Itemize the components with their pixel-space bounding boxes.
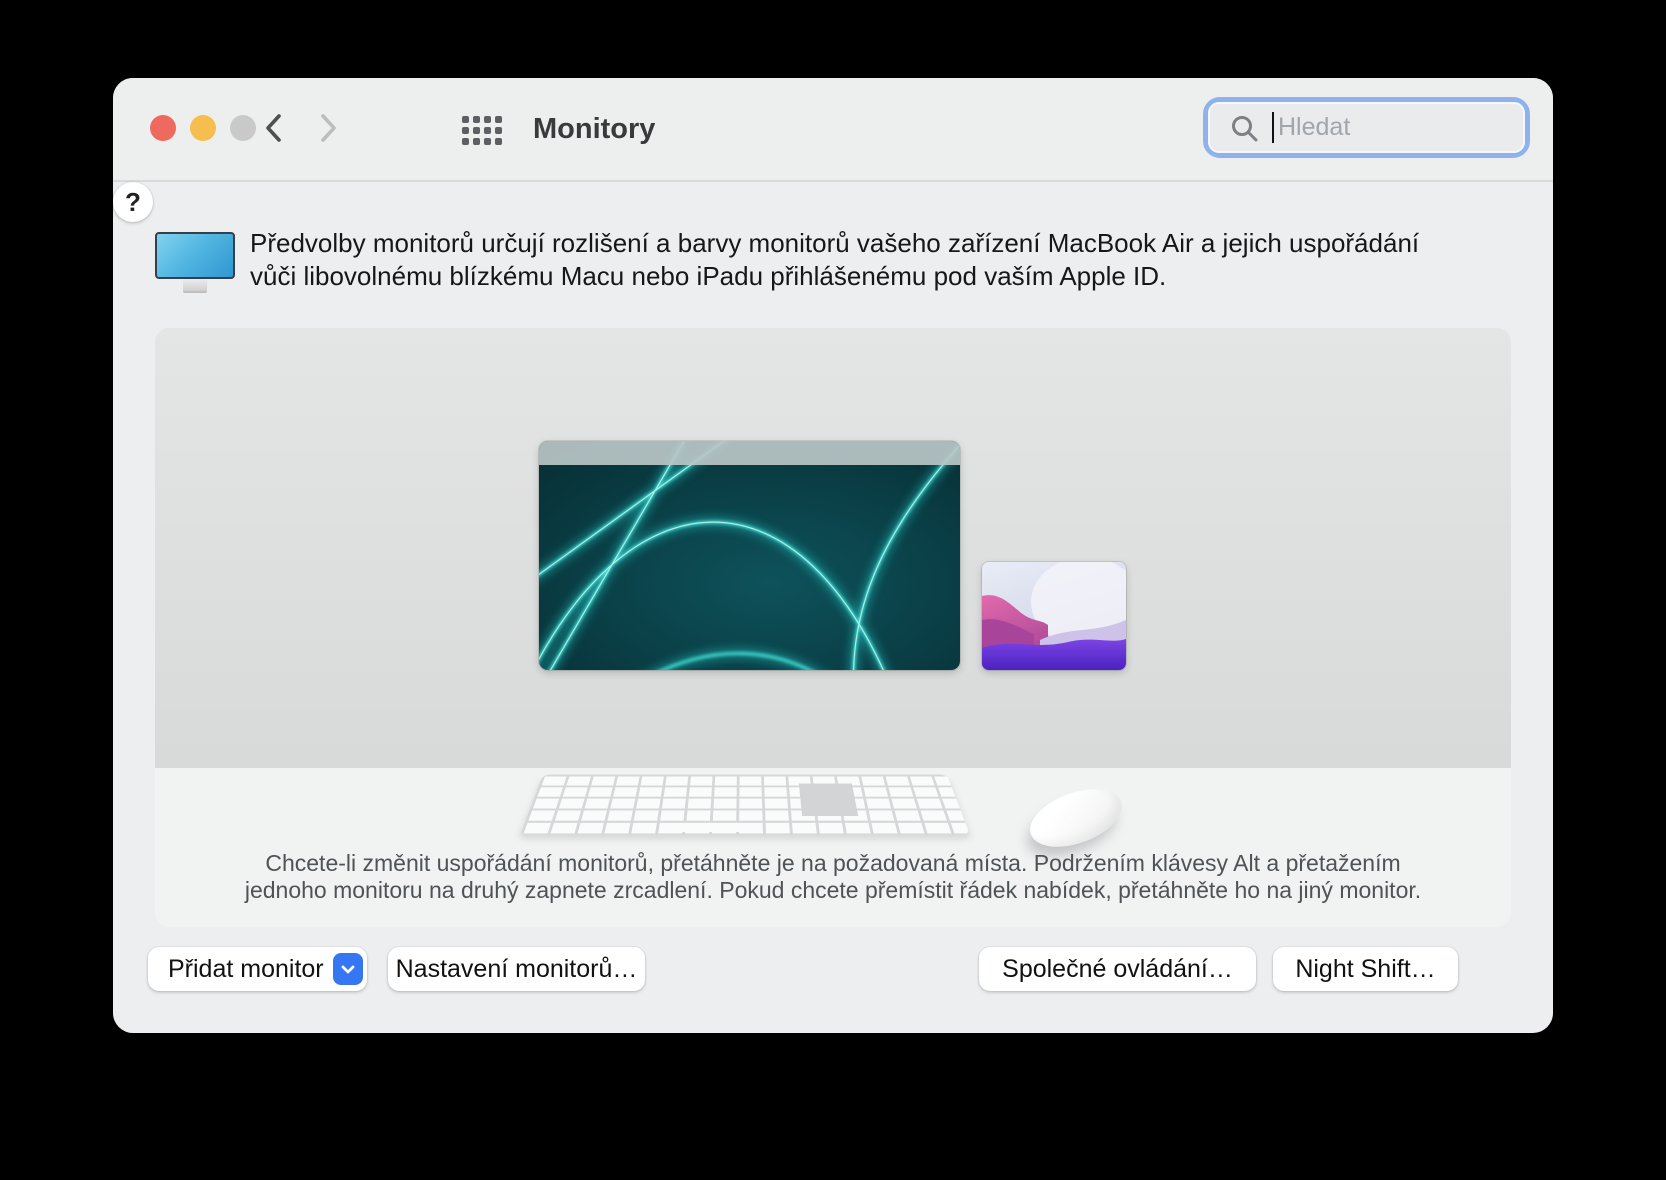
add-display-dropdown[interactable]	[333, 953, 363, 985]
description-text: Předvolby monitorů určují rozlišení a ba…	[250, 227, 1540, 293]
hint-line2: jednoho monitoru na druhý zapnete zrcadl…	[244, 877, 1422, 903]
display-arrangement-area	[155, 328, 1511, 768]
forward-button[interactable]	[312, 111, 346, 147]
traffic-light-minimize[interactable]	[190, 115, 216, 141]
search-input[interactable]	[1278, 102, 1508, 153]
toolbar: Monitory	[113, 78, 1553, 182]
display-settings-button[interactable]: Nastavení monitorů…	[388, 947, 645, 991]
arrangement-hint: Chcete-li změnit uspořádání monitorů, př…	[155, 850, 1511, 904]
add-display-button[interactable]: Přidat monitor	[148, 947, 367, 991]
description-line1: Předvolby monitorů určují rozlišení a ba…	[250, 228, 1420, 258]
page-title: Monitory	[533, 113, 656, 145]
display-macbook-air[interactable]	[539, 441, 960, 670]
text-cursor	[1272, 112, 1274, 143]
back-button[interactable]	[256, 111, 290, 147]
desktop: Monitory Předvolby monitorů určují rozli…	[0, 0, 1666, 1180]
monitor-icon	[155, 232, 235, 279]
search-icon	[1232, 116, 1258, 142]
grid-dots-icon	[462, 115, 469, 123]
search-field[interactable]	[1203, 97, 1530, 158]
universal-control-button[interactable]: Společné ovládání…	[979, 947, 1256, 991]
system-preferences-window: Monitory Předvolby monitorů určují rozli…	[113, 78, 1553, 1033]
keyboard-icon	[520, 774, 970, 835]
display-secondary[interactable]	[982, 562, 1126, 670]
traffic-light-zoom-disabled	[230, 115, 256, 141]
traffic-light-close[interactable]	[150, 115, 176, 141]
show-all-preferences-button[interactable]	[459, 113, 505, 147]
menu-bar-strip	[539, 441, 960, 465]
hint-line1: Chcete-li změnit uspořádání monitorů, př…	[265, 850, 1401, 876]
night-shift-button[interactable]: Night Shift…	[1273, 947, 1458, 991]
chevron-right-icon	[319, 112, 339, 147]
add-display-label: Přidat monitor	[168, 954, 324, 983]
description-line2: vůči libovolnému blízkému Macu nebo iPad…	[250, 261, 1167, 291]
chevron-down-icon	[341, 965, 355, 974]
content-area: Předvolby monitorů určují rozlišení a ba…	[113, 182, 1553, 1033]
chevron-left-icon	[263, 112, 283, 147]
display-preferences-icon	[155, 232, 235, 293]
keyboard-illustration	[505, 735, 985, 835]
help-button[interactable]: ?	[113, 182, 153, 222]
